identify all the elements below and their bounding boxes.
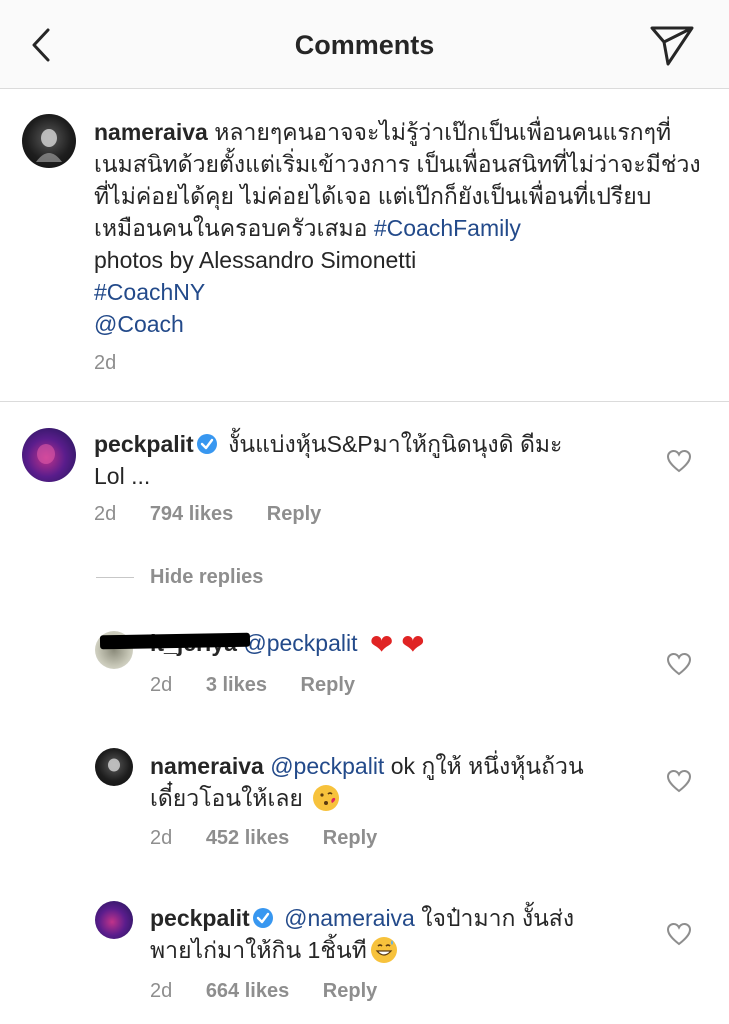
caption-text: เนมสนิทด้วยตั้งแต่เริ่มเข้าวงการ เป็นเพื… <box>94 151 701 177</box>
reply-text: ใจป๋ามาก งั้นส่ง <box>421 905 575 931</box>
reply-username[interactable]: peckpalit <box>150 905 250 931</box>
caption: nameraiva หลายๆคนอาจจะไม่รู้ว่าเป๊กเป็นเ… <box>94 116 714 340</box>
reply-text: เดี๋ยวโอนให้เลย <box>150 785 303 811</box>
avatar[interactable] <box>22 428 76 482</box>
header-bar: Comments <box>0 0 729 89</box>
page-title: Comments <box>294 30 435 60</box>
likes-count[interactable]: 452 likes <box>206 827 289 849</box>
likes-count[interactable]: 794 likes <box>150 503 233 525</box>
grinning-sweat-face-emoji <box>370 937 397 963</box>
avatar[interactable] <box>95 748 133 786</box>
reply-username[interactable]: nameraiva <box>150 753 264 779</box>
heart-outline-icon[interactable] <box>666 922 692 946</box>
avatar-photo-icon <box>37 444 55 464</box>
comment-time: 2d <box>94 503 117 525</box>
reply: nameraiva @peckpalit ok กูให้ หนึ่งหุ้นถ… <box>150 750 650 814</box>
avatar[interactable] <box>95 901 133 939</box>
mention-link[interactable]: @nameraiva <box>284 905 415 931</box>
comment: peckpalit งั้นแบ่งหุ้นS&Pมาให้กูนิดนุงดิ… <box>94 428 654 492</box>
reply-text: พายไก่มาให้กิน 1ชิ้นที <box>150 937 367 963</box>
reply-button[interactable]: Reply <box>323 827 377 849</box>
hashtag-link[interactable]: #CoachFamily <box>374 215 521 241</box>
caption-text: ที่ไม่ค่อยได้คุย ไม่ค่อยได้เจอ แต่เป๊กก็… <box>94 183 652 209</box>
avatar-photo-icon <box>108 758 120 772</box>
comment-meta: 2d 794 likes Reply <box>94 503 349 526</box>
comment-text: Lol ... <box>94 463 151 489</box>
divider <box>0 401 729 402</box>
likes-count[interactable]: 3 likes <box>206 674 267 696</box>
avatar[interactable] <box>22 114 76 168</box>
comment-text: งั้นแบ่งหุ้นS&Pมาให้กูนิดนุงดิ ดีมะ <box>228 431 563 457</box>
caption-credit: photos by Alessandro Simonetti <box>94 247 417 273</box>
mention-link[interactable]: @peckpalit <box>270 753 384 779</box>
reply-time: 2d <box>150 980 173 1002</box>
reply-button[interactable]: Reply <box>267 503 321 525</box>
redaction-bar <box>99 632 251 650</box>
hashtag-link[interactable]: #CoachNY <box>94 276 714 308</box>
kissing-face-emoji <box>313 785 340 811</box>
reply-meta: 2d 3 likes Reply <box>150 674 383 697</box>
avatar-photo-icon <box>36 129 62 162</box>
hide-replies-button[interactable]: Hide replies <box>150 566 263 589</box>
verified-badge-icon <box>252 908 273 928</box>
reply-time: 2d <box>150 674 173 696</box>
mention-link[interactable]: @Coach <box>94 308 714 340</box>
caption-time: 2d <box>94 352 117 374</box>
paper-plane-icon[interactable] <box>648 22 696 68</box>
mention-link[interactable]: @peckpalit <box>243 630 357 656</box>
heart-outline-icon[interactable] <box>666 769 692 793</box>
reply-time: 2d <box>150 827 173 849</box>
caption-text: เหมือนคนในครอบครัวเสมอ <box>94 215 368 241</box>
reply-button[interactable]: Reply <box>301 674 355 696</box>
reply-meta: 2d 664 likes Reply <box>150 980 405 1003</box>
heart-outline-icon[interactable] <box>666 449 692 473</box>
reply-meta: 2d 452 likes Reply <box>150 827 405 850</box>
heart-outline-icon[interactable] <box>666 652 692 676</box>
reply: peckpalit @nameraiva ใจป๋ามาก งั้นส่ง พา… <box>150 902 650 966</box>
reply-button[interactable]: Reply <box>323 980 377 1002</box>
hide-replies-line <box>96 577 134 578</box>
verified-badge-icon <box>196 434 217 454</box>
caption-text: หลายๆคนอาจจะไม่รู้ว่าเป๊กเป็นเพื่อนคนแรก… <box>214 119 672 145</box>
comment-username[interactable]: peckpalit <box>94 431 194 457</box>
reply-text: ok กูให้ หนึ่งหุ้นถ้วน <box>390 753 584 779</box>
caption-username[interactable]: nameraiva <box>94 119 208 145</box>
heart-emoji: ❤ ❤ <box>369 629 425 660</box>
likes-count[interactable]: 664 likes <box>206 980 289 1002</box>
